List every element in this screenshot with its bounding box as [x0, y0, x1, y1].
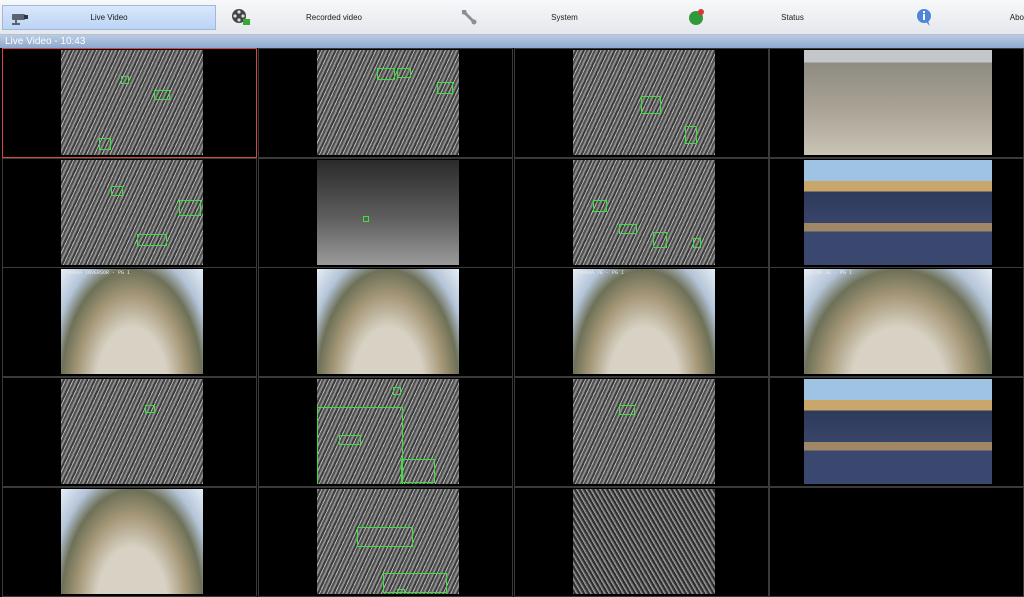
- camera-grid: CAMARA INVERSOR - PG I CAMARA 7E - PG I CO…: [0, 48, 1024, 597]
- camera-feed: CAMARA INVERSOR - PG I: [61, 269, 203, 374]
- camera-tile[interactable]: [258, 487, 513, 597]
- camera-name-overlay: CAMARA 7E - PG I: [576, 270, 625, 276]
- motion-detection-box: [99, 138, 111, 150]
- camera-feed: [804, 379, 992, 484]
- motion-detection-box: [437, 82, 453, 94]
- camera-feed: [61, 160, 203, 265]
- motion-detection-box: [641, 96, 661, 114]
- camera-tile[interactable]: [514, 377, 769, 487]
- camera-feed: COLOR 3B - PG I: [804, 269, 992, 374]
- camera-tile[interactable]: [769, 377, 1024, 487]
- tab-label: Recorded video: [305, 13, 363, 22]
- camera-feed: [317, 269, 459, 374]
- camera-feed: [804, 50, 992, 155]
- camera-feed: [573, 160, 715, 265]
- camera-feed: [573, 50, 715, 155]
- camera-feed: [317, 489, 459, 594]
- camera-tile[interactable]: [769, 487, 1024, 597]
- motion-detection-box: [619, 405, 635, 415]
- motion-detection-box: [317, 407, 403, 484]
- motion-detection-box: [179, 200, 201, 216]
- motion-detection-box: [653, 232, 667, 248]
- motion-detection-box: [154, 90, 170, 100]
- tab-status[interactable]: Status: [680, 5, 905, 30]
- camera-tile[interactable]: COLOR 3B - PG I: [769, 267, 1024, 377]
- camera-tile[interactable]: [2, 377, 257, 487]
- motion-detection-box: [397, 589, 405, 594]
- camera-tile[interactable]: [2, 487, 257, 597]
- top-navigation-bar: Live Video Recorded video System Status …: [0, 0, 1024, 35]
- tab-label: System: [551, 13, 578, 22]
- motion-detection-box: [137, 234, 167, 246]
- tab-about[interactable]: Abo: [908, 5, 1024, 30]
- camera-feed: [317, 379, 459, 484]
- tab-recorded-video[interactable]: Recorded video: [224, 5, 444, 30]
- camera-tile[interactable]: [514, 487, 769, 597]
- camera-feed: [61, 489, 203, 594]
- camera-tile[interactable]: CAMARA 7E - PG I: [514, 267, 769, 377]
- motion-detection-box: [357, 527, 413, 547]
- tab-system[interactable]: System: [452, 5, 677, 30]
- camera-feed: [61, 50, 203, 155]
- motion-detection-box: [401, 459, 435, 483]
- camera-tile[interactable]: [258, 158, 513, 268]
- tab-label: Abo: [1009, 13, 1024, 22]
- camera-tile[interactable]: [769, 158, 1024, 268]
- camera-tile[interactable]: [769, 48, 1024, 158]
- tab-live-video[interactable]: Live Video: [2, 5, 216, 30]
- camera-feed: [61, 379, 203, 484]
- motion-detection-box: [693, 238, 701, 248]
- camera-feed: [317, 50, 459, 155]
- motion-detection-box: [397, 68, 411, 78]
- camera-feed: [317, 160, 459, 265]
- motion-detection-box: [339, 435, 361, 445]
- camera-name-overlay: CAMARA INVERSOR - PG I: [64, 270, 131, 276]
- camera-tile[interactable]: [2, 48, 257, 158]
- live-video-title-bar: Live Video - 10:43: [0, 35, 1024, 48]
- motion-detection-box: [363, 216, 369, 222]
- camera-feed: [573, 379, 715, 484]
- motion-detection-box: [383, 573, 447, 593]
- tab-label: Live Video: [90, 13, 128, 22]
- motion-detection-box: [145, 405, 155, 413]
- view-title: Live Video - 10:43: [5, 36, 86, 47]
- motion-detection-box: [121, 76, 129, 84]
- camera-tile[interactable]: [258, 267, 513, 377]
- camera-tile[interactable]: [514, 158, 769, 268]
- camera-tile[interactable]: CAMARA INVERSOR - PG I: [2, 267, 257, 377]
- motion-detection-box: [685, 126, 697, 144]
- motion-detection-box: [619, 224, 637, 234]
- camera-tile[interactable]: [2, 158, 257, 268]
- camera-feed: CAMARA 7E - PG I: [573, 269, 715, 374]
- motion-detection-box: [377, 68, 395, 80]
- motion-detection-box: [393, 387, 401, 395]
- camera-tile[interactable]: [514, 48, 769, 158]
- camera-tile[interactable]: [258, 377, 513, 487]
- camera-feed: [573, 489, 715, 594]
- camera-name-overlay: COLOR 3B - PG I: [807, 270, 853, 276]
- motion-detection-box: [111, 186, 123, 196]
- tab-label: Status: [781, 13, 804, 22]
- motion-detection-box: [593, 200, 607, 212]
- camera-feed: [804, 160, 992, 265]
- camera-tile[interactable]: [258, 48, 513, 158]
